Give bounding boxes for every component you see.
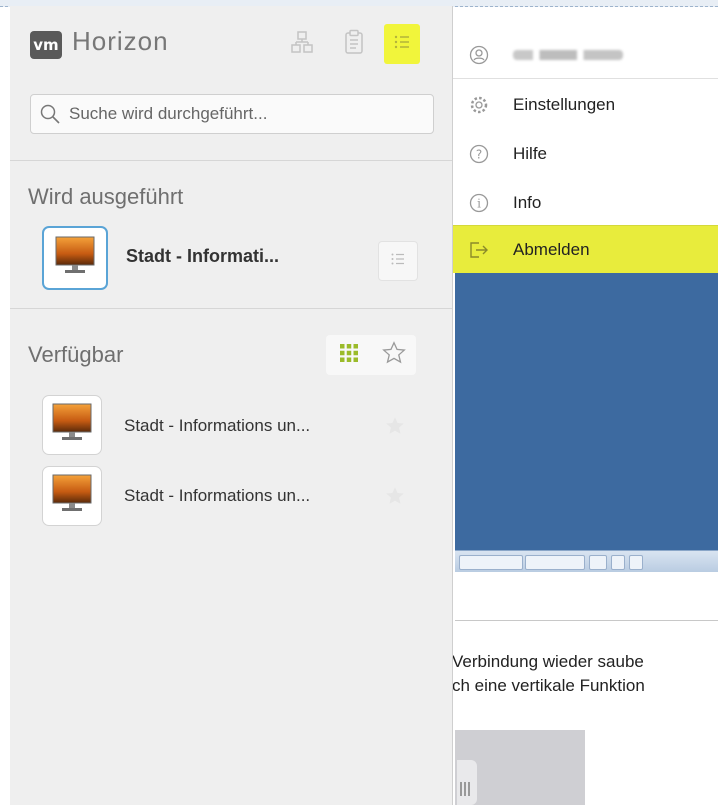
search-input[interactable] [67, 103, 431, 125]
menu-item-label: Info [513, 193, 542, 212]
network-button[interactable] [284, 24, 320, 64]
taskbar-item [611, 555, 625, 570]
menu-list-icon [393, 34, 411, 55]
info-icon: i [467, 191, 491, 215]
taskbar-item [525, 555, 585, 570]
taskbar-item [459, 555, 523, 570]
remote-page-text-line-2: ch eine vertikale Funktion [452, 676, 645, 695]
menu-item-label: Einstellungen [513, 95, 616, 114]
taskbar-item [589, 555, 607, 570]
divider [10, 308, 452, 309]
gear-icon [467, 93, 491, 117]
menu-list-icon [390, 252, 406, 271]
menu-item-label: Hilfe [513, 144, 548, 163]
menu-item-label: Abmelden [513, 239, 590, 259]
user-name-redacted [513, 50, 623, 60]
star-outline-icon [381, 340, 407, 371]
menu-user-row [453, 32, 718, 79]
clipboard-icon [343, 29, 365, 60]
running-section-title: Wird ausgeführt [28, 184, 184, 209]
svg-text:i: i [477, 197, 481, 211]
clipboard-button[interactable] [336, 24, 372, 64]
star-icon [384, 415, 406, 442]
search-icon [39, 103, 61, 125]
remote-desktop-area [455, 270, 718, 550]
menu-item-info[interactable]: i Info [453, 180, 718, 226]
menu-item-settings[interactable]: Einstellungen [453, 82, 718, 128]
desktop-icon [50, 473, 94, 520]
available-item-name[interactable]: Stadt - Informations un... [124, 416, 310, 436]
search-box[interactable] [30, 94, 434, 134]
grid-view-button[interactable] [326, 335, 371, 375]
remote-page-band [455, 572, 718, 621]
desktop-thumbnail[interactable] [42, 395, 102, 455]
desktop-icon [50, 402, 94, 449]
menu-item-logout[interactable]: Abmelden [453, 225, 718, 273]
vmware-logo: vm [30, 31, 62, 59]
star-icon [384, 485, 406, 512]
sidebar-drag-handle[interactable] [457, 760, 477, 805]
logout-icon [467, 238, 491, 262]
desktop-thumbnail[interactable] [42, 466, 102, 526]
user-icon [467, 43, 491, 67]
available-item-name[interactable]: Stadt - Informations un... [124, 486, 310, 506]
sidebar-header: vm Horizon [10, 6, 452, 86]
user-menu: Einstellungen ? Hilfe i Info Abmelden [452, 24, 718, 273]
grid-icon [339, 343, 358, 367]
desktop-thumbnail[interactable] [42, 226, 108, 290]
running-item-name[interactable]: Stadt - Informati... [126, 246, 279, 267]
divider [10, 160, 452, 161]
favorites-view-button[interactable] [371, 335, 416, 375]
remote-page-text-line-1: Verbindung wieder saube [452, 652, 644, 671]
favorite-toggle[interactable] [383, 486, 407, 510]
menu-item-help[interactable]: ? Hilfe [453, 131, 718, 177]
favorite-toggle[interactable] [383, 416, 407, 440]
menu-button[interactable] [384, 24, 420, 64]
horizon-sidebar: vm Horizon Wird ausgeführt [10, 6, 453, 805]
running-item-options-button[interactable] [378, 241, 418, 281]
available-section-title: Verfügbar [28, 342, 124, 367]
svg-text:?: ? [476, 148, 482, 162]
network-icon [290, 30, 314, 59]
taskbar-item [629, 555, 643, 570]
desktop-icon [53, 235, 97, 282]
app-title: Horizon [72, 26, 169, 56]
view-mode-toggle [326, 335, 416, 375]
remote-taskbar [455, 550, 718, 573]
help-icon: ? [467, 142, 491, 166]
